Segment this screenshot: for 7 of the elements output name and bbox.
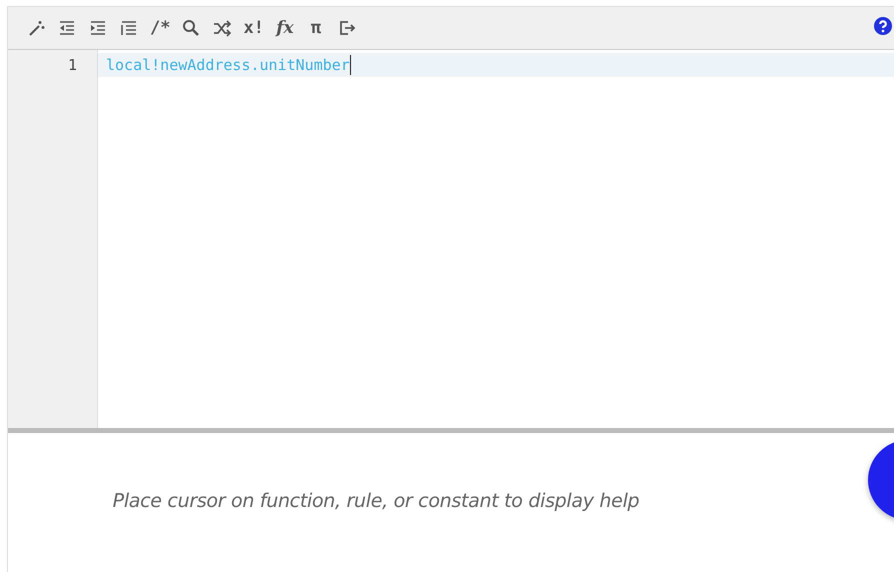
function-button[interactable]: fx [274,17,295,39]
toolbar-button[interactable]: x! [243,17,264,39]
line-number: 1 [66,55,78,76]
help-message: Place cursor on function, rule, or constant to display help [112,490,640,512]
help-icon[interactable] [874,17,892,35]
toolbar-button[interactable]: /* [150,17,170,39]
toolbar-button[interactable]: π [306,17,326,39]
